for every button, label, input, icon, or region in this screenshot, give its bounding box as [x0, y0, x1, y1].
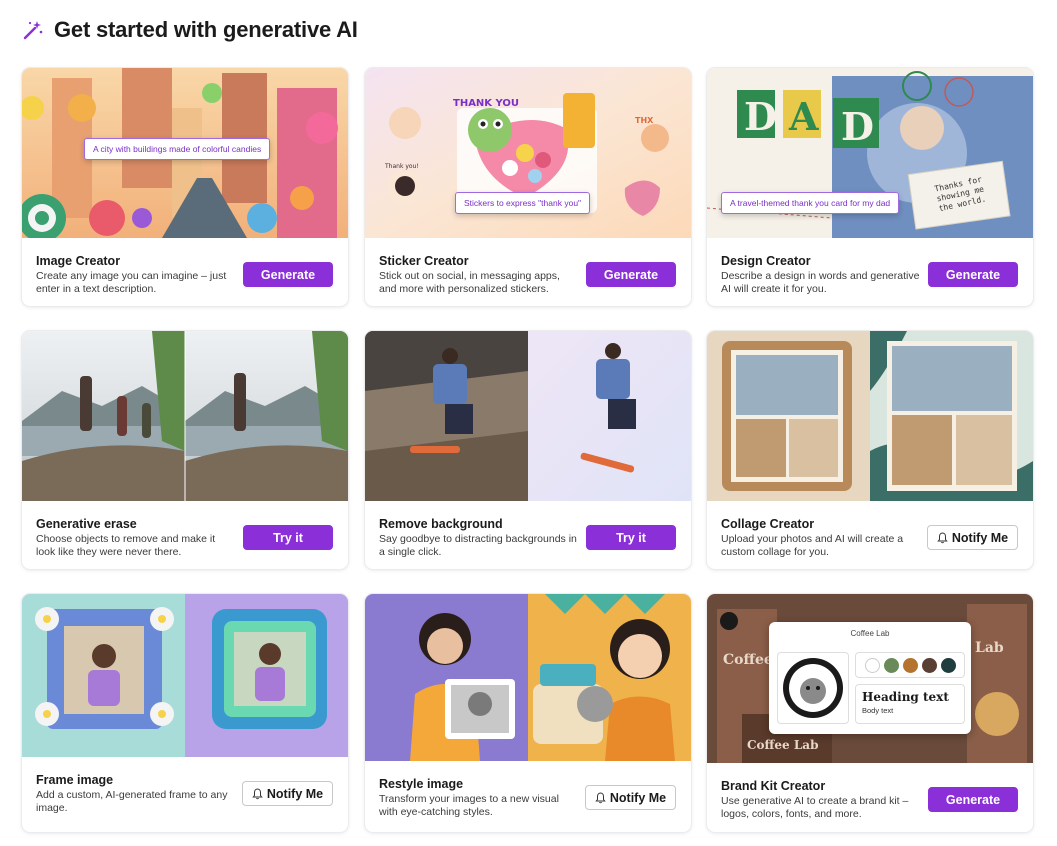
notify-me-button[interactable]: Notify Me — [585, 785, 676, 810]
bell-icon — [252, 787, 263, 800]
card-description: Transform your images to a new visual wi… — [379, 793, 559, 818]
notify-me-button[interactable]: Notify Me — [927, 525, 1018, 550]
remove-background-preview — [365, 331, 691, 501]
brand-logo — [777, 652, 849, 724]
image-creator-preview: A city with buildings made of colorful c… — [22, 68, 348, 238]
brand-bg-title-bottom: Coffee Lab — [747, 738, 818, 752]
generate-button[interactable]: Generate — [928, 787, 1018, 812]
card-brand-kit-creator[interactable]: Coffee Lab Lab Coffee Lab Coffee Lab Hea… — [707, 594, 1033, 832]
card-description: Stick out on social, in messaging apps, … — [379, 270, 560, 295]
notify-me-button[interactable]: Notify Me — [242, 781, 333, 806]
design-letter-a: A — [788, 94, 819, 139]
body-text-sample: Body text — [862, 706, 894, 715]
bell-icon — [595, 791, 606, 804]
generate-button[interactable]: Generate — [586, 262, 676, 287]
card-generative-erase[interactable]: Generative erase Choose objects to remov… — [22, 331, 348, 569]
collage-creator-preview — [707, 331, 1033, 501]
prompt-input: A travel-themed thank you card for my da… — [721, 192, 900, 214]
color-swatches — [855, 652, 965, 678]
card-description: Use generative AI to create a brand kit … — [721, 795, 909, 820]
design-creator-preview: D A D Thanks for showing me the world. A… — [707, 68, 1033, 238]
color-swatch — [883, 657, 899, 673]
card-description: Add a custom, AI-generated frame to any … — [36, 789, 228, 814]
design-letter-d2: D — [841, 104, 874, 149]
design-letter-d: D — [744, 94, 777, 139]
sticker-thank-you-label: THANK YOU — [453, 98, 519, 109]
card-description: Upload your photos and AI will create a … — [721, 533, 904, 558]
card-restyle-image[interactable]: Restyle image Transform your images to a… — [365, 594, 691, 832]
color-swatch — [940, 657, 956, 673]
card-description: Choose objects to remove and make it loo… — [36, 533, 216, 558]
card-image-creator[interactable]: A city with buildings made of colorful c… — [22, 68, 348, 306]
generate-button[interactable]: Generate — [243, 262, 333, 287]
sticker-creator-preview: THANK YOU THX Thank you! Stickers to exp… — [365, 68, 691, 238]
frame-image-preview — [22, 594, 348, 757]
generate-button[interactable]: Generate — [928, 262, 1018, 287]
color-swatch — [864, 657, 880, 673]
try-it-button[interactable]: Try it — [586, 525, 676, 550]
bell-icon — [937, 531, 948, 544]
restyle-image-preview — [365, 594, 691, 761]
sticker-thank-you-small-label: Thank you! — [384, 163, 419, 170]
magic-wand-icon — [22, 19, 44, 41]
page-title: Get started with generative AI — [54, 17, 358, 42]
card-description: Describe a design in words and generativ… — [721, 270, 920, 295]
notify-me-label: Notify Me — [266, 786, 324, 801]
prompt-input: A city with buildings made of colorful c… — [84, 138, 271, 160]
heading-text-sample: Heading text — [862, 690, 949, 704]
prompt-input: Stickers to express "thank you" — [455, 192, 591, 214]
card-description: Say goodbye to distracting backgrounds i… — [379, 533, 577, 558]
sticker-thx-label: THX — [635, 116, 654, 125]
card-description: Create any image you can imagine – just … — [36, 270, 227, 295]
typography-sample: Heading text Body text — [855, 684, 965, 724]
try-it-button[interactable]: Try it — [243, 525, 333, 550]
card-design-creator[interactable]: D A D Thanks for showing me the world. A… — [707, 68, 1033, 306]
card-frame-image[interactable]: Frame image Add a custom, AI-generated f… — [22, 594, 348, 832]
generative-erase-preview — [22, 331, 348, 501]
notify-me-label: Notify Me — [609, 790, 667, 805]
page-header: Get started with generative AI — [22, 14, 358, 46]
brand-kit-creator-preview: Coffee Lab Lab Coffee Lab Coffee Lab Hea… — [707, 594, 1033, 763]
card-collage-creator[interactable]: Collage Creator Upload your photos and A… — [707, 331, 1033, 569]
brand-kit-panel: Coffee Lab Heading text Body text — [769, 622, 971, 734]
brand-panel-title: Coffee Lab — [850, 629, 890, 638]
brand-bg-title-right: Lab — [975, 640, 1004, 656]
card-remove-background[interactable]: Remove background Say goodbye to distrac… — [365, 331, 691, 569]
color-swatch — [902, 657, 918, 673]
card-sticker-creator[interactable]: THANK YOU THX Thank you! Stickers to exp… — [365, 68, 691, 306]
notify-me-label: Notify Me — [951, 530, 1009, 545]
color-swatch — [921, 657, 937, 673]
